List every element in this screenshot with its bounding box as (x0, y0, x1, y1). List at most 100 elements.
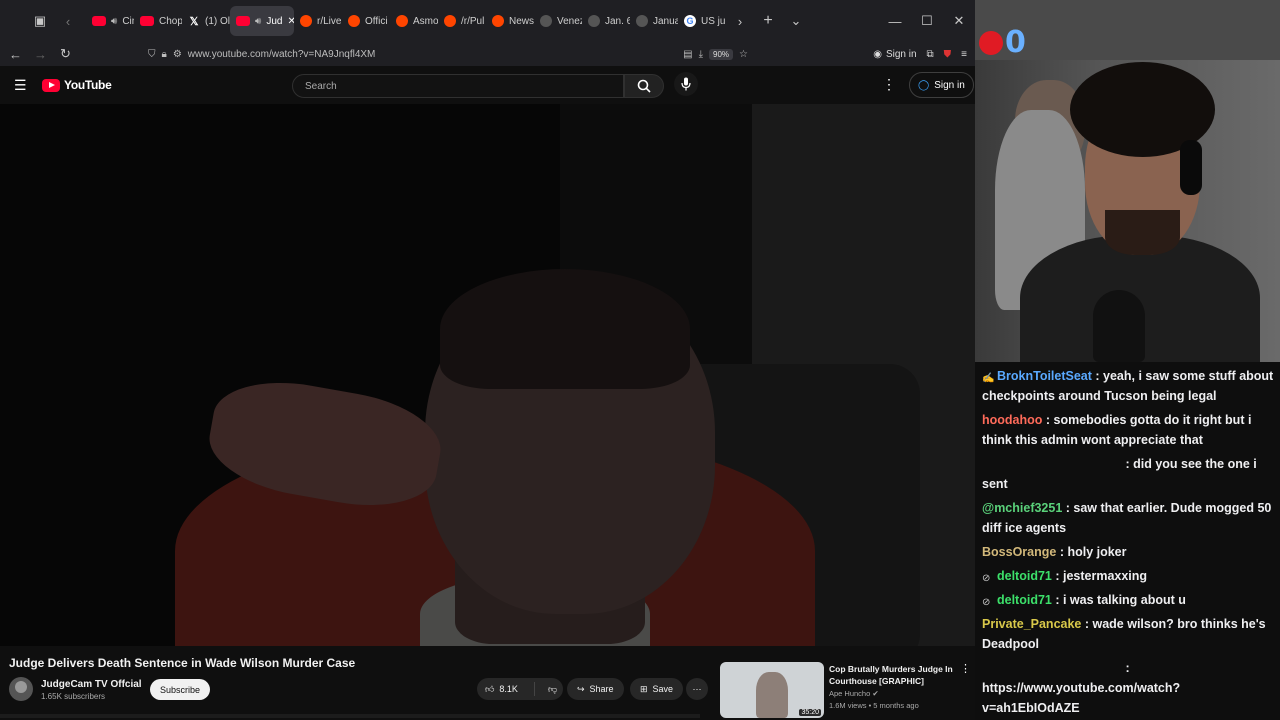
shield-icon[interactable]: ⛉ (148, 49, 156, 60)
youtube-logo-text: YouTube (64, 78, 112, 92)
browser-tab[interactable]: 🔊︎ Jud ✕ (230, 6, 294, 36)
site-favicon-icon (588, 15, 600, 27)
video-title: Judge Delivers Death Sentence in Wade Wi… (9, 656, 356, 670)
share-label: Share (589, 684, 614, 694)
thumbs-down-icon: 👎︎ (548, 683, 558, 694)
hamburger-menu-icon[interactable]: ☰ (14, 77, 27, 94)
recommended-video[interactable]: 35:20 Cop Brutally Murders Judge In Cour… (720, 662, 975, 720)
tab-label: Asmo (413, 15, 438, 27)
speaker-icon[interactable]: 🔊︎ (111, 16, 117, 27)
back-icon[interactable]: ← (3, 42, 28, 66)
speaker-icon[interactable]: 🔊︎ (255, 16, 261, 27)
browser-tab[interactable]: /r/Pul (438, 6, 486, 36)
mute-icon: ⊘ (982, 573, 991, 584)
minimize-icon[interactable]: — (879, 7, 911, 35)
save-playlist-icon: ⊞ (640, 683, 648, 694)
new-tab-icon[interactable]: + (754, 7, 782, 35)
browser-tab[interactable]: 🔊︎ Cinem (86, 6, 134, 36)
chat-message: ⊘ deltoid71 : jestermaxxing (982, 566, 1275, 586)
browser-tab[interactable]: Offici (342, 6, 390, 36)
like-button[interactable]: 👍︎ 8.1K (477, 682, 535, 696)
recommended-thumbnail[interactable]: 35:20 (720, 662, 824, 718)
mute-icon: ⊘ (982, 597, 991, 608)
account-icon[interactable]: ◉ (873, 49, 882, 60)
browser-tab[interactable]: Janua (630, 6, 678, 36)
chat-message: BossOrange : holy joker (982, 542, 1275, 562)
account-circle-icon: ◯ (918, 79, 930, 91)
browser-tab[interactable]: News (486, 6, 534, 36)
reload-icon[interactable]: ↻ (53, 42, 78, 66)
save-button[interactable]: ⊞ Save (630, 678, 684, 700)
search-input[interactable] (305, 80, 611, 92)
browser-tab[interactable]: Jan. 6 (582, 6, 630, 36)
chat-username[interactable]: Private_Pancake (982, 617, 1081, 631)
reddit-favicon-icon (492, 15, 504, 27)
menu-icon[interactable]: ≡ (961, 49, 967, 60)
browser-tab[interactable]: Chop (134, 6, 182, 36)
like-dislike-group: 👍︎ 8.1K 👎︎ (477, 678, 563, 700)
zoom-level[interactable]: 90% (709, 48, 734, 60)
chat-username[interactable]: deltoid71 (997, 593, 1052, 607)
address-bar[interactable]: ⛉ 🔒︎ ⚙ www.youtube.com/watch?v=NA9Jnqfl4… (148, 43, 748, 65)
chat-message: ⊘ deltoid71 : i was talking about u (982, 590, 1275, 610)
reddit-favicon-icon (396, 15, 408, 27)
reader-view-icon[interactable]: ▤ (683, 49, 692, 60)
chat-username[interactable]: deltoid71 (997, 569, 1052, 583)
browser-tab[interactable]: G US ju (678, 6, 726, 36)
youtube-logo[interactable]: YouTube (42, 78, 112, 92)
chat-username[interactable]: BossOrange (982, 545, 1056, 559)
browser-tab[interactable]: 𝕏 (1) Ol (182, 6, 230, 36)
video-player[interactable] (0, 104, 975, 646)
tabs-scroll-left-icon[interactable]: ‹ (54, 7, 82, 35)
webcam-beard (1105, 210, 1180, 255)
like-count: 8.1K (499, 684, 518, 694)
extensions-icon[interactable]: ⧉ (927, 49, 934, 60)
hand-icon: ✍ (982, 373, 995, 384)
dislike-button[interactable]: 👎︎ (540, 684, 557, 695)
subscribe-button[interactable]: Subscribe (150, 679, 211, 700)
tab-list-chevron-icon[interactable]: ⌄ (782, 7, 810, 35)
url-text[interactable]: www.youtube.com/watch?v=NA9Jnqfl4XM (188, 49, 376, 60)
close-window-icon[interactable]: ✕ (943, 7, 975, 35)
bookmark-star-icon[interactable]: ☆ (739, 49, 748, 60)
browser-tab[interactable]: Asmo (390, 6, 438, 36)
stream-overlay: 0 ✍ BroknToiletSeat : yeah, i saw some st… (975, 0, 1280, 720)
share-button[interactable]: ↪ Share (567, 678, 624, 700)
thumbnail-person (756, 672, 788, 718)
browser-sign-in-link[interactable]: Sign in (886, 49, 917, 60)
permissions-icon[interactable]: ⚙ (173, 49, 182, 60)
channel-avatar[interactable] (9, 677, 33, 701)
chat-username[interactable]: BroknToiletSeat (997, 369, 1092, 383)
tab-label: r/Live (317, 15, 342, 27)
chat-username[interactable]: hoodahoo (982, 413, 1042, 427)
voice-search-button[interactable] (674, 72, 698, 96)
chat-text: : jestermaxxing (1051, 569, 1148, 583)
viewer-count-badge: 0 (979, 28, 1026, 58)
browser-tab[interactable]: Venez (534, 6, 582, 36)
webcam-headset (1180, 140, 1202, 195)
tab-label: Jud (266, 15, 283, 27)
tab-overview-icon[interactable]: ▣ (26, 7, 54, 35)
channel-name[interactable]: JudgeCam TV Offcial (41, 679, 142, 690)
tab-label: Venez (557, 15, 582, 27)
forward-icon[interactable]: → (28, 42, 53, 66)
recommended-title[interactable]: Cop Brutally Murders Judge In Courthouse… (829, 663, 959, 687)
browser-tab[interactable]: r/Live (294, 6, 342, 36)
recommended-menu-icon[interactable]: ⋮ (960, 662, 971, 675)
maximize-icon[interactable]: ☐ (911, 7, 943, 35)
search-button[interactable] (624, 74, 664, 98)
lock-icon[interactable]: 🔒︎ (162, 49, 167, 60)
recommended-channel[interactable]: Ape Huncho ✔ (829, 689, 879, 698)
more-actions-button[interactable]: ⋯ (686, 678, 708, 700)
download-icon[interactable]: ⤓ (699, 49, 703, 60)
ublock-extension-icon[interactable]: ⛊ (944, 49, 952, 60)
chat-username[interactable]: @mchief3251 (982, 501, 1062, 515)
thumbs-up-icon: 👍︎ (485, 683, 495, 694)
webcam-microphone (1093, 290, 1145, 362)
tabs-scroll-right-icon[interactable]: › (726, 7, 754, 35)
tab-label: /r/Pul (461, 15, 485, 27)
tab-label: Chop (159, 15, 182, 27)
youtube-sign-in-button[interactable]: ◯ Sign in (909, 72, 974, 98)
chat-text: : holy joker (1056, 545, 1127, 559)
settings-more-icon[interactable]: ⋮ (882, 76, 896, 93)
